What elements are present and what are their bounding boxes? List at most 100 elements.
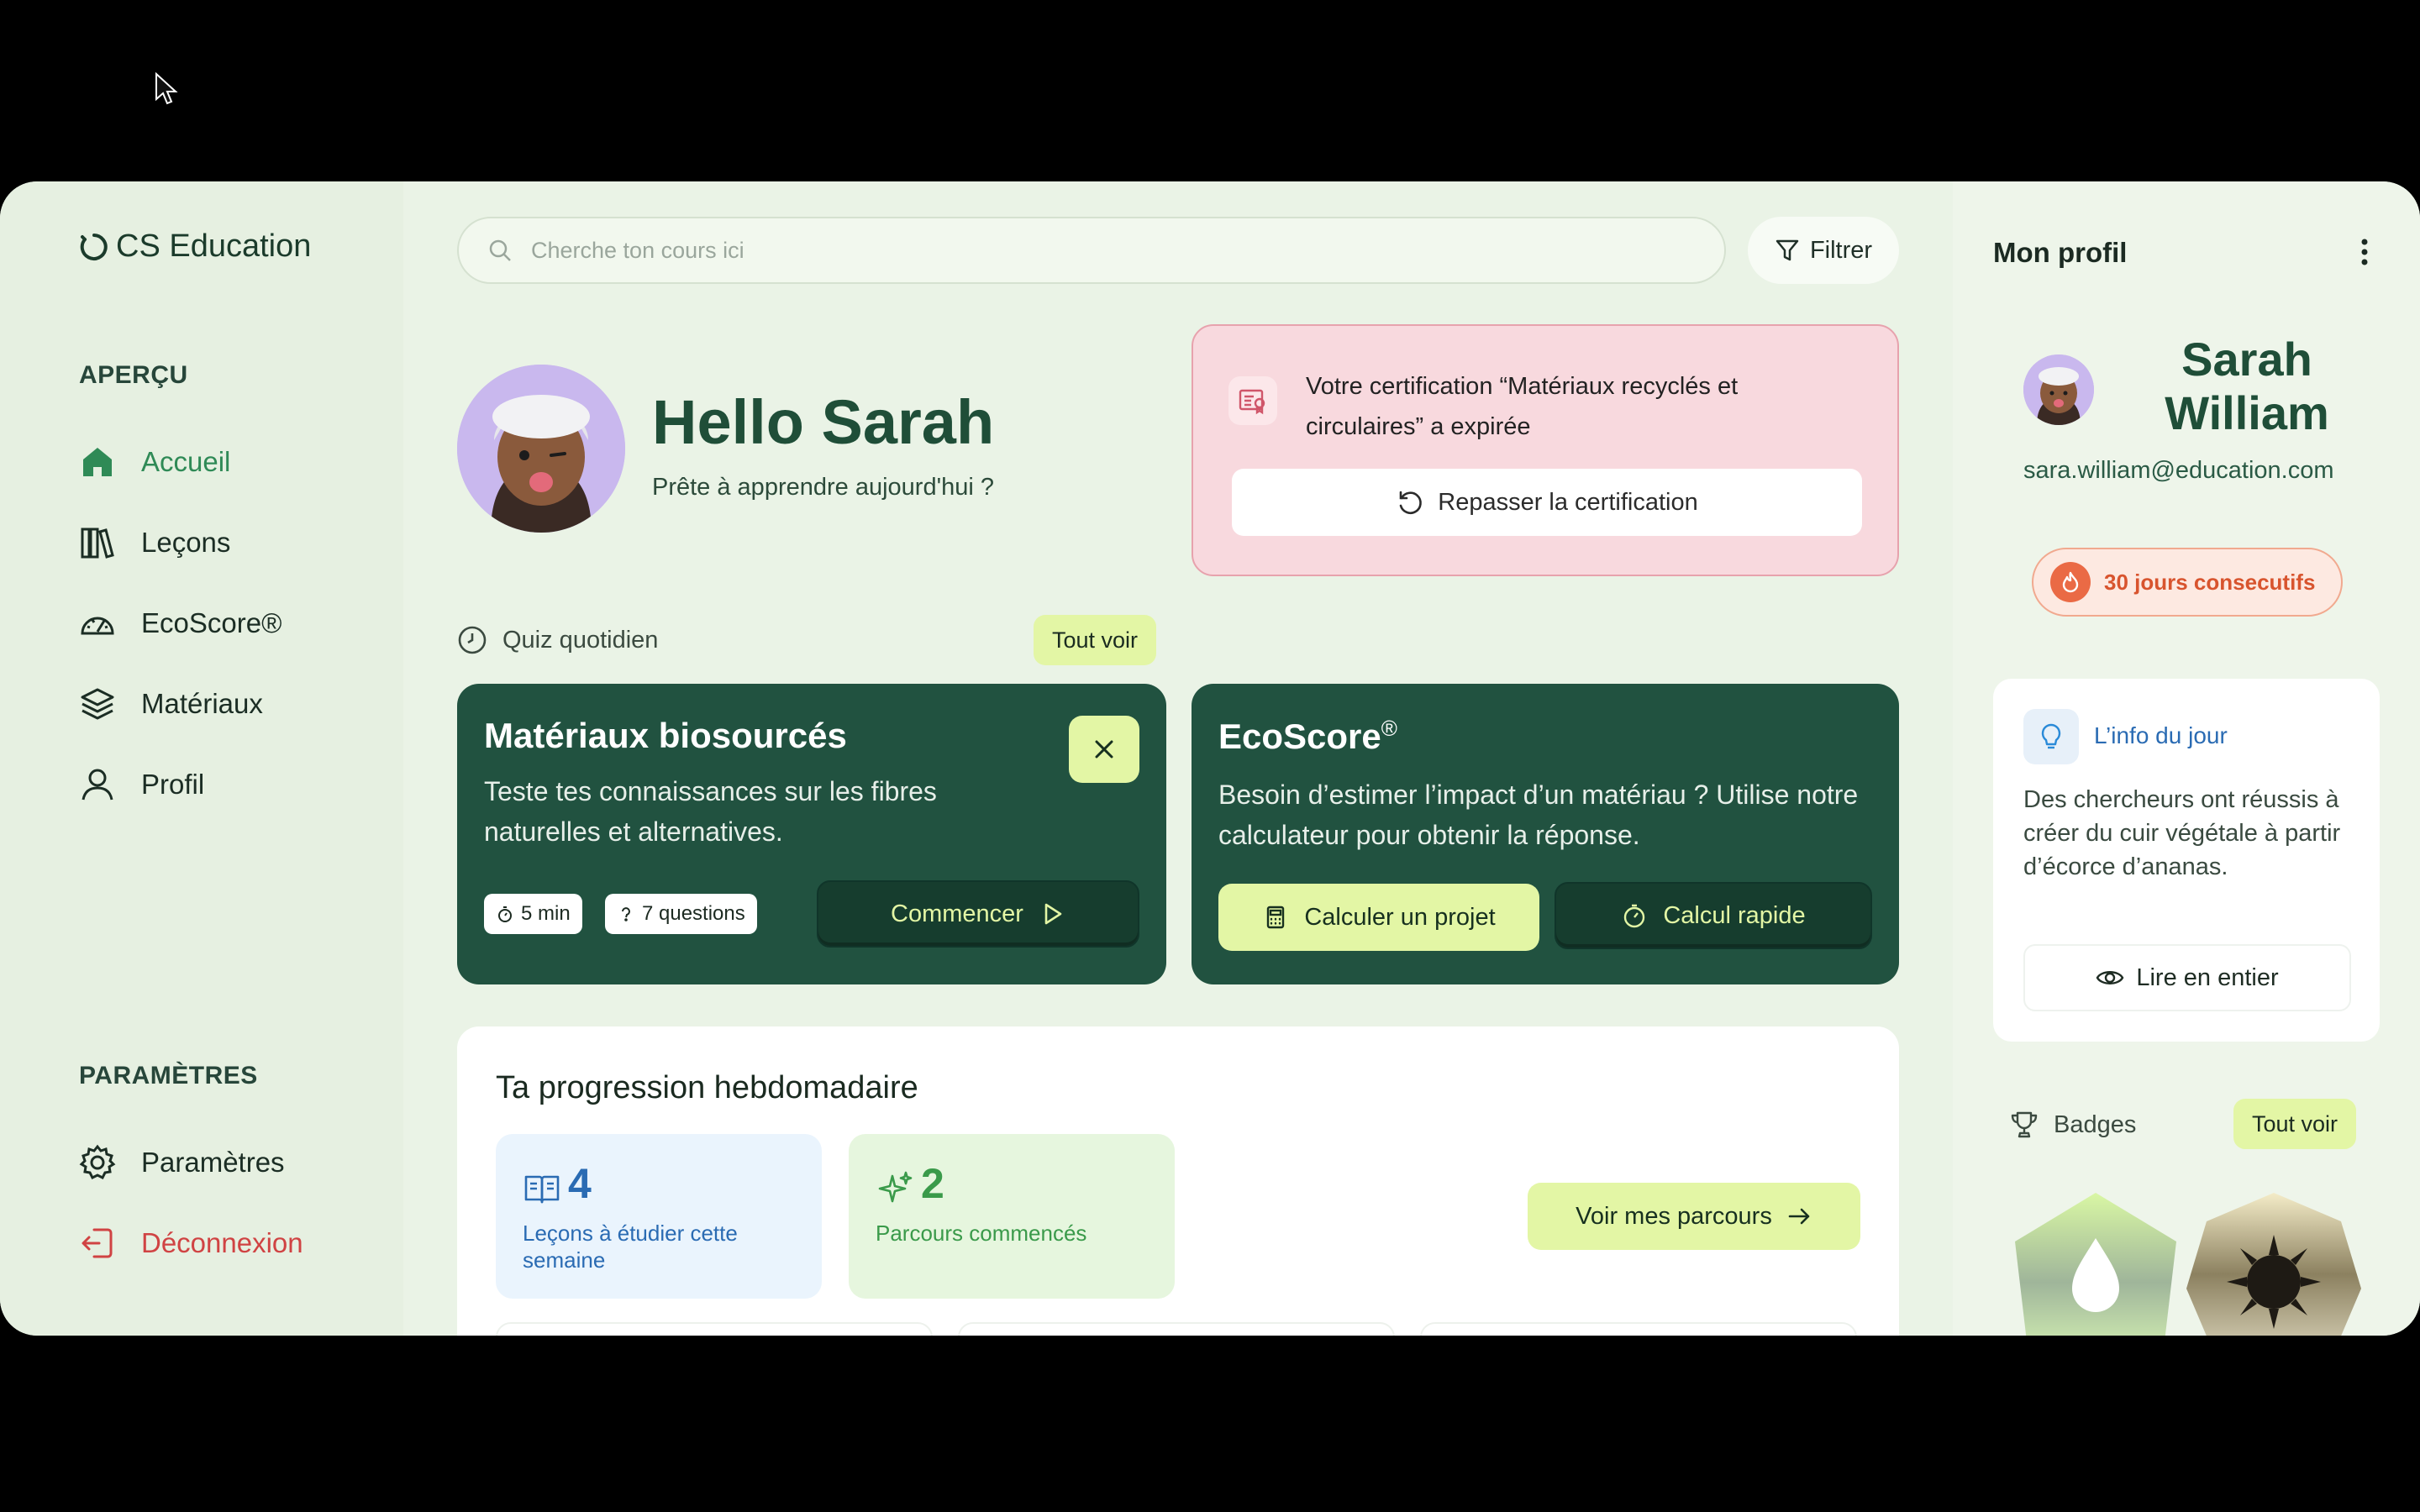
play-icon [1044,903,1062,925]
start-quiz-label: Commencer [891,900,1023,927]
sidebar-item-label: Matériaux [141,688,263,719]
start-quiz-button[interactable]: Commencer [817,880,1139,948]
brand-logo[interactable]: CS Education [79,228,311,265]
mouse-cursor-icon [155,72,178,105]
profile-email: sara.william@education.com [2023,457,2334,484]
profile-avatar[interactable] [2023,354,2094,425]
eye-icon [2096,971,2124,984]
sidebar-item-materiaux[interactable]: Matériaux [79,664,281,744]
certification-alert: Votre certification “Matériaux recyclés … [1192,324,1899,576]
question-icon [622,907,630,921]
ecoscore-title-text: EcoScore [1218,717,1381,756]
user-icon [82,769,113,801]
sidebar-item-ecoscore[interactable]: EcoScore® [79,583,281,664]
profile-panel: Mon profil Sarah William sara.william@ed… [1953,181,2420,1336]
profile-name: Sarah William [2165,333,2329,439]
ecoscore-card-description: Besoin d’estimer l’impact d’un matériau … [1218,780,1859,850]
paths-label: Parcours commencés [876,1221,1087,1246]
quiz-see-all-button[interactable]: Tout voir [1034,615,1157,665]
read-more-button[interactable]: Lire en entier [2023,944,2351,1011]
streak-badge: 30 jours consecutifs [2032,548,2343,617]
greeting-title: Hello Sarah [652,387,995,457]
list-item-placeholder [1420,1322,1857,1336]
ecoscore-title-registered: ® [1381,716,1397,741]
tip-of-the-day-card: L’info du jour Des chercheurs ont réussi… [1993,679,2380,1042]
sidebar-item-profil[interactable]: Profil [79,744,281,825]
sidebar-item-parametres[interactable]: Paramètres [79,1122,303,1203]
quiz-card: Matériaux biosourcés Teste tes connaissa… [457,684,1166,984]
trophy-icon [2011,1111,2038,1138]
search-input[interactable]: Cherche ton cours ici [531,238,744,264]
search-icon [489,239,511,261]
streak-label: 30 jours consecutifs [2104,569,2316,595]
calculate-project-label: Calculer un projet [1304,903,1496,931]
daily-quiz-label: Quiz quotidien [502,626,659,654]
app-window: CS Education APERÇU Accueil Leçons EcoSc… [0,181,2420,1336]
sun-badge-icon[interactable] [2181,1188,2366,1336]
clock-icon [458,626,487,654]
paths-stat-card[interactable]: 2 Parcours commencés [849,1134,1175,1299]
list-item-placeholder [958,1322,1395,1336]
arrow-right-icon [1788,1208,1810,1225]
settings-nav: Paramètres Déconnexion [79,1122,303,1284]
quiz-duration-chip: 5 min [484,894,582,934]
weekly-progress-title: Ta progression hebdomadaire [496,1070,918,1105]
open-book-icon [524,1175,560,1204]
filter-button[interactable]: Filtrer [1748,217,1899,284]
memoji-avatar-icon [2023,354,2094,425]
brand-name: CS Education [116,228,312,264]
calculate-project-button[interactable]: Calculer un projet [1218,884,1539,951]
sidebar-item-lecons[interactable]: Leçons [79,502,281,583]
books-icon [81,528,114,559]
user-avatar[interactable] [457,365,625,533]
sidebar: CS Education APERÇU Accueil Leçons EcoSc… [0,181,403,1336]
logout-icon [82,1228,113,1258]
greeting-subtitle: Prête à apprendre aujourd'hui ? [652,474,994,501]
read-more-label: Lire en entier [2136,963,2279,991]
close-quiz-button[interactable] [1069,716,1139,783]
ecoscore-card: EcoScore® Besoin d’estimer l’impact d’un… [1192,684,1899,984]
ecoscore-card-title: EcoScore® [1218,716,1397,757]
certification-message: Votre certification “Matériaux recyclés … [1306,373,1739,440]
retake-certification-label: Repasser la certification [1438,488,1698,516]
lessons-stat-card[interactable]: 4 Leçons à étudier cette semaine [496,1134,822,1299]
list-item-placeholder [496,1322,933,1336]
gauge-icon [81,617,114,635]
timer-icon [1624,904,1645,928]
quiz-duration: 5 min [521,902,571,925]
lightbulb-icon [2023,709,2079,764]
quiz-questions: 7 questions [642,902,745,925]
memoji-avatar-icon [457,365,625,533]
certificate-icon [1228,376,1277,425]
quick-calculation-button[interactable]: Calcul rapide [1555,882,1872,949]
main-nav: Accueil Leçons EcoScore® Matériaux Profi… [79,422,281,825]
retake-certification-button[interactable]: Repasser la certification [1232,469,1862,536]
more-options-icon[interactable] [2356,235,2373,269]
ring-logo-icon [80,233,108,260]
filter-icon [1776,239,1799,261]
badges-heading: Badges [2008,1109,2136,1141]
search-bar[interactable]: Cherche ton cours ici [457,217,1726,284]
view-paths-label: Voir mes parcours [1576,1202,1772,1230]
paths-count: 2 [921,1160,944,1207]
flame-icon [2050,562,2091,602]
sidebar-item-label: Accueil [141,446,231,477]
home-icon [83,448,112,476]
stopwatch-icon [498,906,512,922]
weekly-progress-panel: Ta progression hebdomadaire 4 Leçons à é… [457,1026,1899,1336]
sparkle-icon [878,1171,913,1203]
lessons-label: Leçons à étudier cette semaine [523,1221,738,1273]
quiz-questions-chip: 7 questions [605,894,757,934]
sidebar-item-label: Profil [141,769,205,800]
view-paths-button[interactable]: Voir mes parcours [1528,1183,1860,1250]
tip-title: L’info du jour [2094,722,2228,748]
overview-section-title: APERÇU [79,361,188,389]
badges-title: Badges [2054,1110,2137,1138]
badges-see-all-button[interactable]: Tout voir [2233,1099,2357,1149]
sidebar-item-accueil[interactable]: Accueil [79,422,281,502]
quick-calculation-label: Calcul rapide [1663,901,1806,929]
settings-section-title: PARAMÈTRES [79,1062,258,1089]
sidebar-item-deconnexion[interactable]: Déconnexion [79,1203,303,1284]
water-drop-badge-icon[interactable] [2003,1188,2188,1336]
sidebar-item-label: Paramètres [141,1147,285,1178]
